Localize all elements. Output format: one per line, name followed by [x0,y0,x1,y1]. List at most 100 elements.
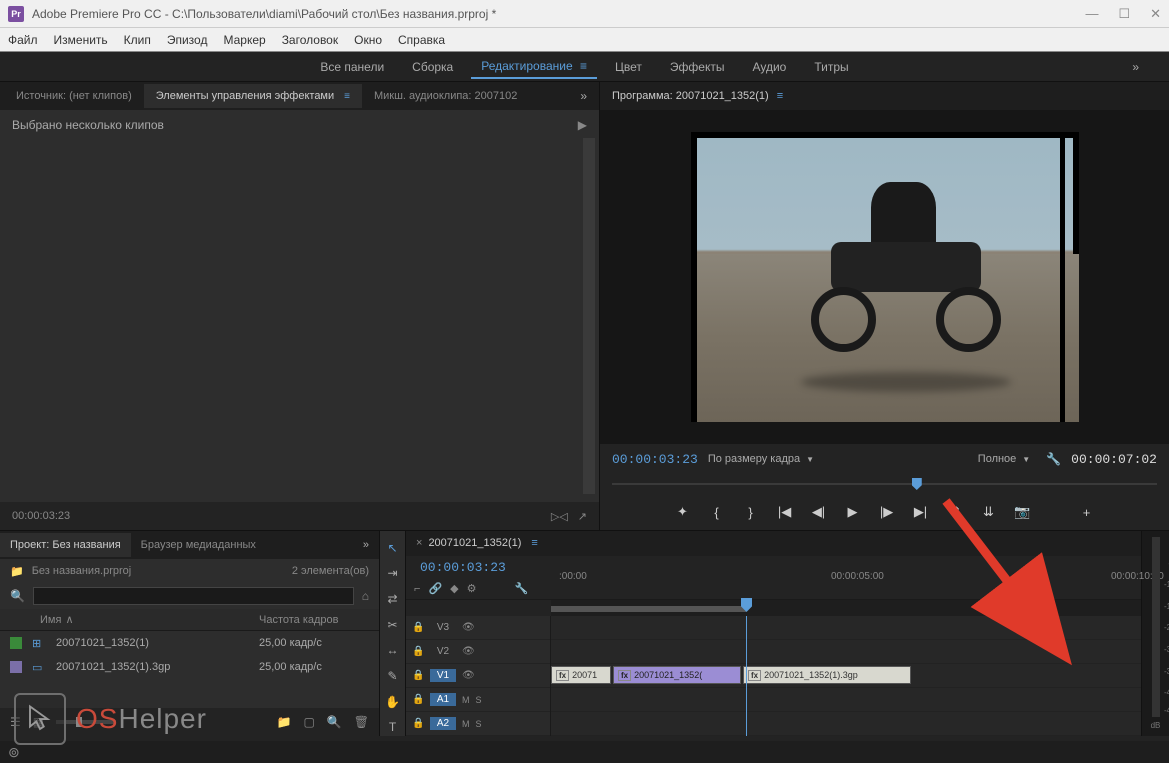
clip[interactable]: fx 20071021_1352(1).3gp [743,666,911,684]
settings-icon[interactable]: ⚙ [467,582,477,595]
track-label[interactable]: A2 [430,717,456,730]
clip[interactable]: fx 20071021_1352( [613,666,741,684]
step-back-button[interactable]: ◀| [809,502,829,522]
lock-icon[interactable]: 🔒 [412,694,424,705]
eye-icon[interactable]: 👁 [462,646,475,657]
hand-tool[interactable]: ✋ [384,693,402,711]
lock-icon[interactable]: 🔒 [412,670,424,681]
menu-title[interactable]: Заголовок [282,33,338,47]
zoom-slider[interactable] [56,720,116,724]
lift-button[interactable]: ⇈ [945,502,965,522]
effect-controls-arrow-icon[interactable]: ▶ [578,118,587,132]
clip[interactable]: fx 20071 [551,666,611,684]
eye-icon[interactable]: 👁 [462,622,475,633]
mark-out-button[interactable]: } [741,502,761,522]
project-tabs-more[interactable]: » [353,539,379,551]
column-name[interactable]: Имя [40,614,61,626]
program-menu-icon[interactable]: ≡ [777,90,783,102]
track-label[interactable]: V2 [430,645,456,658]
menu-clip[interactable]: Клип [124,33,151,47]
menu-window[interactable]: Окно [354,33,382,47]
fit-dropdown[interactable]: По размеру кадра ▼ [708,453,814,465]
workspace-assembly[interactable]: Сборка [402,56,463,78]
eye-icon[interactable]: 👁 [462,670,475,681]
linked-selection-icon[interactable]: 🔗 [428,582,442,595]
creative-cloud-icon[interactable]: ⊚ [8,744,20,761]
workspace-menu-icon[interactable]: ≡ [580,59,587,73]
track-v1-header[interactable]: 🔒 V1 👁 [406,664,550,688]
workspace-audio[interactable]: Аудио [742,56,796,78]
timeline-current-time[interactable]: 00:00:03:23 [420,560,506,575]
project-row[interactable]: ⊞ 20071021_1352(1) 25,00 кадр/с [0,631,379,655]
program-video-area[interactable] [600,110,1169,444]
track-v2-lane[interactable] [551,640,1141,664]
tab-audio-mixer[interactable]: Микш. аудиоклипа: 2007102 [362,84,529,108]
track-content[interactable]: fx 20071 fx 20071021_1352( fx 20071021_1… [551,616,1141,736]
tab-effect-controls[interactable]: Элементы управления эффектами ≡ [144,84,362,108]
mute-button[interactable]: M [462,719,470,729]
workspace-all-panels[interactable]: Все панели [310,56,394,78]
type-tool[interactable]: T [384,718,402,736]
lock-icon[interactable]: 🔒 [412,622,424,633]
timeline-close-icon[interactable]: × [416,537,422,549]
track-a1-lane[interactable] [551,688,1141,712]
timeline-work-area[interactable] [551,600,1141,616]
new-bin-icon[interactable]: 📁 [277,715,292,729]
lock-icon[interactable]: 🔒 [412,718,424,729]
source-tabs-more[interactable]: » [572,89,595,103]
program-ruler[interactable] [612,474,1157,494]
search-input[interactable] [33,587,354,605]
maximize-button[interactable]: ☐ [1118,6,1130,22]
menu-sequence[interactable]: Эпизод [167,33,208,47]
solo-button[interactable]: S [476,695,482,705]
menu-file[interactable]: Файл [8,33,38,47]
menu-help[interactable]: Справка [398,33,445,47]
button-editor-plus[interactable]: + [1077,502,1097,522]
tab-menu-icon[interactable]: ≡ [344,91,350,102]
step-forward-button[interactable]: |▶ [877,502,897,522]
search-icon[interactable]: 🔍 [10,589,25,603]
lock-icon[interactable]: 🔒 [412,646,424,657]
sort-asc-icon[interactable]: ∧ [65,613,73,626]
wrench-icon[interactable]: 🔧 [514,582,528,595]
track-v3-header[interactable]: 🔒 V3 👁 [406,616,550,640]
source-export-icon[interactable]: ↗ [578,510,587,523]
solo-button[interactable]: S [476,719,482,729]
mute-button[interactable]: M [462,695,470,705]
menu-marker[interactable]: Маркер [223,33,265,47]
column-fps[interactable]: Частота кадров [259,614,369,626]
program-current-time[interactable]: 00:00:03:23 [612,452,698,467]
add-marker-button[interactable]: ✦ [673,502,693,522]
list-view-icon[interactable]: ☰ [10,715,21,729]
trash-icon[interactable]: 🗑 [354,715,369,729]
track-label[interactable]: V3 [430,621,456,634]
go-to-in-button[interactable]: |◀ [775,502,795,522]
timeline-menu-icon[interactable]: ≡ [531,537,537,549]
track-select-tool[interactable]: ⇥ [384,565,402,583]
tab-project[interactable]: Проект: Без названия [0,533,131,557]
icon-view-icon[interactable]: ▦ [33,715,44,729]
minimize-button[interactable]: — [1085,6,1098,22]
ripple-edit-tool[interactable]: ⇄ [384,590,402,608]
track-v3-lane[interactable] [551,616,1141,640]
close-button[interactable]: ✕ [1150,6,1161,22]
extract-button[interactable]: ⇊ [979,502,999,522]
pen-tool[interactable]: ✎ [384,667,402,685]
play-button[interactable]: ▶ [843,502,863,522]
track-label[interactable]: A1 [430,693,456,706]
find-icon[interactable]: 🔍 [327,715,342,729]
track-a2-header[interactable]: 🔒 A2 M S [406,712,550,736]
menu-edit[interactable]: Изменить [54,33,108,47]
razor-tool[interactable]: ✂ [384,616,402,634]
workspace-color[interactable]: Цвет [605,56,652,78]
quality-dropdown[interactable]: Полное ▼ [978,453,1030,465]
new-item-icon[interactable]: ▢ [303,715,314,729]
track-a2-lane[interactable] [551,712,1141,736]
mark-in-button[interactable]: { [707,502,727,522]
workspace-titles[interactable]: Титры [804,56,858,78]
effect-controls-scrollbar[interactable] [583,138,595,494]
tab-source[interactable]: Источник: (нет клипов) [4,84,144,108]
program-playhead[interactable] [912,478,922,490]
slip-tool[interactable]: ↔ [384,642,402,660]
tab-media-browser[interactable]: Браузер медиаданных [131,533,266,557]
